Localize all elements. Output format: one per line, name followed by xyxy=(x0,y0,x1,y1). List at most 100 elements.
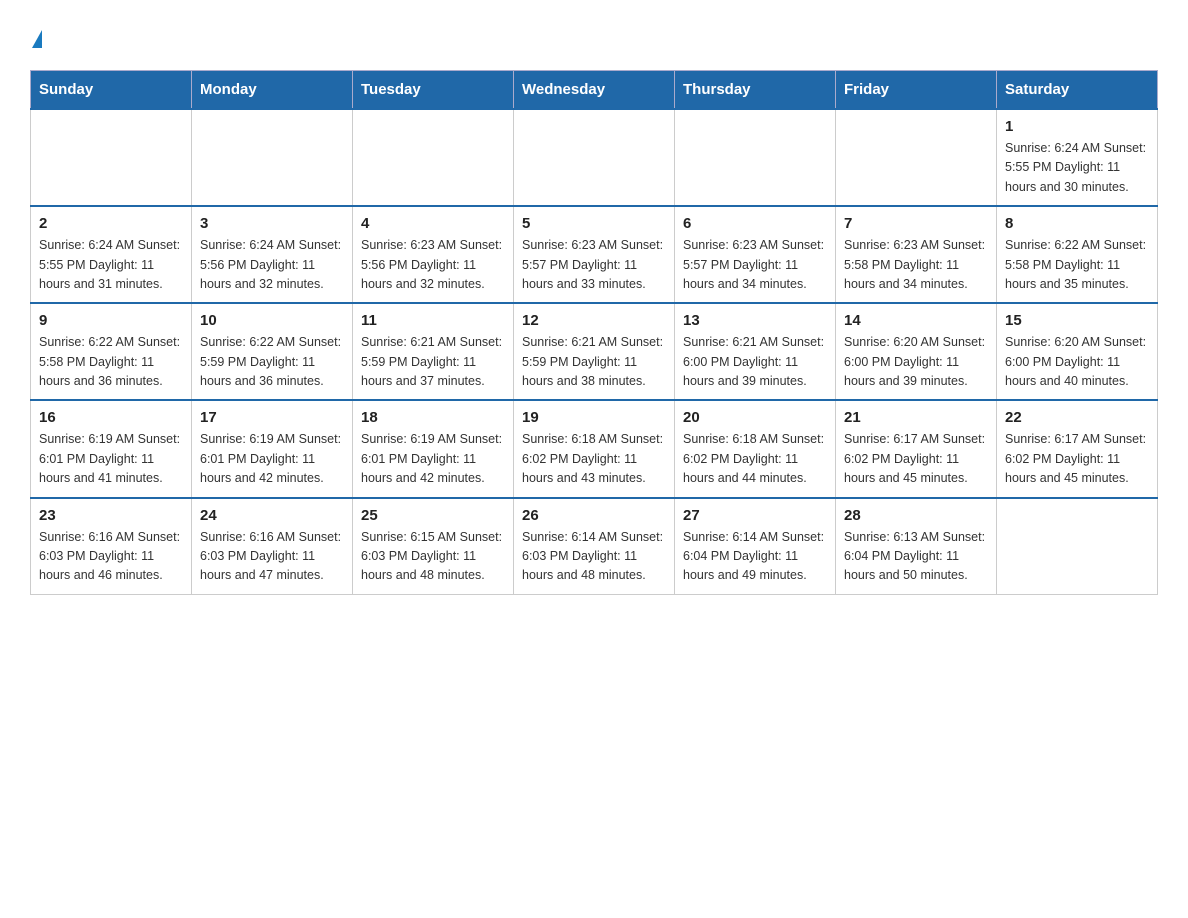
calendar-cell xyxy=(997,498,1158,595)
calendar-cell: 13Sunrise: 6:21 AM Sunset: 6:00 PM Dayli… xyxy=(675,303,836,400)
calendar-cell: 23 Sunrise: 6:16 AM Sunset: 6:03 PM Dayli… xyxy=(31,498,192,595)
day-info: Sunrise: 6:17 AM Sunset: 6:02 PM Dayligh… xyxy=(1005,430,1149,488)
day-info: Sunrise: 6:23 AM Sunset: 5:58 PM Dayligh… xyxy=(844,236,988,294)
day-number: 25 xyxy=(361,507,505,524)
calendar-cell: 6Sunrise: 6:23 AM Sunset: 5:57 PM Daylig… xyxy=(675,206,836,303)
day-number: 11 xyxy=(361,312,505,329)
day-info: Sunrise: 6:21 AM Sunset: 5:59 PM Dayligh… xyxy=(361,333,505,391)
calendar-cell: 7Sunrise: 6:23 AM Sunset: 5:58 PM Daylig… xyxy=(836,206,997,303)
calendar-cell xyxy=(836,109,997,206)
day-number: 28 xyxy=(844,507,988,524)
calendar-cell xyxy=(514,109,675,206)
day-number: 3 xyxy=(200,215,344,232)
day-number: 2 xyxy=(39,215,183,232)
day-number: 15 xyxy=(1005,312,1149,329)
day-info: Sunrise: 6:14 AM Sunset: 6:04 PM Dayligh… xyxy=(683,528,827,586)
day-number: 10 xyxy=(200,312,344,329)
column-header-saturday: Saturday xyxy=(997,71,1158,110)
column-header-wednesday: Wednesday xyxy=(514,71,675,110)
page-header xyxy=(30,20,1158,50)
calendar-cell: 5 Sunrise: 6:23 AM Sunset: 5:57 PM Daylig… xyxy=(514,206,675,303)
day-info: Sunrise: 6:24 AM Sunset: 5:55 PM Dayligh… xyxy=(1005,139,1149,197)
day-info: Sunrise: 6:15 AM Sunset: 6:03 PM Dayligh… xyxy=(361,528,505,586)
day-info: Sunrise: 6:22 AM Sunset: 5:59 PM Dayligh… xyxy=(200,333,344,391)
calendar-cell: 12 Sunrise: 6:21 AM Sunset: 5:59 PM Dayli… xyxy=(514,303,675,400)
calendar-cell: 2 Sunrise: 6:24 AM Sunset: 5:55 PM Daylig… xyxy=(31,206,192,303)
column-header-monday: Monday xyxy=(192,71,353,110)
calendar-cell xyxy=(192,109,353,206)
calendar-cell xyxy=(675,109,836,206)
calendar-cell: 24 Sunrise: 6:16 AM Sunset: 6:03 PM Dayli… xyxy=(192,498,353,595)
day-info: Sunrise: 6:20 AM Sunset: 6:00 PM Dayligh… xyxy=(844,333,988,391)
calendar-cell: 16 Sunrise: 6:19 AM Sunset: 6:01 PM Dayli… xyxy=(31,400,192,497)
day-info: Sunrise: 6:24 AM Sunset: 5:55 PM Dayligh… xyxy=(39,236,183,294)
calendar-cell: 27Sunrise: 6:14 AM Sunset: 6:04 PM Dayli… xyxy=(675,498,836,595)
week-row-5: 23 Sunrise: 6:16 AM Sunset: 6:03 PM Dayli… xyxy=(31,498,1158,595)
calendar-cell: 9 Sunrise: 6:22 AM Sunset: 5:58 PM Daylig… xyxy=(31,303,192,400)
calendar-cell: 8 Sunrise: 6:22 AM Sunset: 5:58 PM Daylig… xyxy=(997,206,1158,303)
calendar-cell: 19 Sunrise: 6:18 AM Sunset: 6:02 PM Dayli… xyxy=(514,400,675,497)
day-info: Sunrise: 6:14 AM Sunset: 6:03 PM Dayligh… xyxy=(522,528,666,586)
calendar-table: SundayMondayTuesdayWednesdayThursdayFrid… xyxy=(30,70,1158,595)
day-number: 24 xyxy=(200,507,344,524)
column-header-thursday: Thursday xyxy=(675,71,836,110)
day-info: Sunrise: 6:19 AM Sunset: 6:01 PM Dayligh… xyxy=(39,430,183,488)
calendar-cell: 22 Sunrise: 6:17 AM Sunset: 6:02 PM Dayli… xyxy=(997,400,1158,497)
day-number: 1 xyxy=(1005,118,1149,135)
calendar-cell: 4 Sunrise: 6:23 AM Sunset: 5:56 PM Daylig… xyxy=(353,206,514,303)
day-number: 17 xyxy=(200,409,344,426)
calendar-cell: 21 Sunrise: 6:17 AM Sunset: 6:02 PM Dayli… xyxy=(836,400,997,497)
week-row-3: 9 Sunrise: 6:22 AM Sunset: 5:58 PM Daylig… xyxy=(31,303,1158,400)
day-info: Sunrise: 6:18 AM Sunset: 6:02 PM Dayligh… xyxy=(522,430,666,488)
week-row-2: 2 Sunrise: 6:24 AM Sunset: 5:55 PM Daylig… xyxy=(31,206,1158,303)
day-number: 16 xyxy=(39,409,183,426)
day-number: 26 xyxy=(522,507,666,524)
day-info: Sunrise: 6:21 AM Sunset: 5:59 PM Dayligh… xyxy=(522,333,666,391)
day-number: 14 xyxy=(844,312,988,329)
column-header-sunday: Sunday xyxy=(31,71,192,110)
day-number: 20 xyxy=(683,409,827,426)
day-number: 6 xyxy=(683,215,827,232)
calendar-cell: 10 Sunrise: 6:22 AM Sunset: 5:59 PM Dayli… xyxy=(192,303,353,400)
calendar-header-row: SundayMondayTuesdayWednesdayThursdayFrid… xyxy=(31,71,1158,110)
calendar-cell: 1 Sunrise: 6:24 AM Sunset: 5:55 PM Daylig… xyxy=(997,109,1158,206)
day-number: 19 xyxy=(522,409,666,426)
day-info: Sunrise: 6:19 AM Sunset: 6:01 PM Dayligh… xyxy=(200,430,344,488)
day-info: Sunrise: 6:20 AM Sunset: 6:00 PM Dayligh… xyxy=(1005,333,1149,391)
day-number: 18 xyxy=(361,409,505,426)
calendar-cell: 25 Sunrise: 6:15 AM Sunset: 6:03 PM Dayli… xyxy=(353,498,514,595)
day-number: 22 xyxy=(1005,409,1149,426)
day-info: Sunrise: 6:17 AM Sunset: 6:02 PM Dayligh… xyxy=(844,430,988,488)
calendar-cell: 18 Sunrise: 6:19 AM Sunset: 6:01 PM Dayli… xyxy=(353,400,514,497)
day-info: Sunrise: 6:19 AM Sunset: 6:01 PM Dayligh… xyxy=(361,430,505,488)
week-row-1: 1 Sunrise: 6:24 AM Sunset: 5:55 PM Daylig… xyxy=(31,109,1158,206)
day-info: Sunrise: 6:13 AM Sunset: 6:04 PM Dayligh… xyxy=(844,528,988,586)
day-number: 12 xyxy=(522,312,666,329)
day-number: 4 xyxy=(361,215,505,232)
day-info: Sunrise: 6:22 AM Sunset: 5:58 PM Dayligh… xyxy=(39,333,183,391)
day-number: 9 xyxy=(39,312,183,329)
calendar-cell: 15 Sunrise: 6:20 AM Sunset: 6:00 PM Dayli… xyxy=(997,303,1158,400)
calendar-cell xyxy=(353,109,514,206)
column-header-friday: Friday xyxy=(836,71,997,110)
day-info: Sunrise: 6:23 AM Sunset: 5:56 PM Dayligh… xyxy=(361,236,505,294)
calendar-cell: 11 Sunrise: 6:21 AM Sunset: 5:59 PM Dayli… xyxy=(353,303,514,400)
day-info: Sunrise: 6:16 AM Sunset: 6:03 PM Dayligh… xyxy=(200,528,344,586)
day-number: 5 xyxy=(522,215,666,232)
calendar-cell: 3 Sunrise: 6:24 AM Sunset: 5:56 PM Daylig… xyxy=(192,206,353,303)
day-number: 8 xyxy=(1005,215,1149,232)
day-info: Sunrise: 6:23 AM Sunset: 5:57 PM Dayligh… xyxy=(522,236,666,294)
week-row-4: 16 Sunrise: 6:19 AM Sunset: 6:01 PM Dayli… xyxy=(31,400,1158,497)
day-info: Sunrise: 6:22 AM Sunset: 5:58 PM Dayligh… xyxy=(1005,236,1149,294)
day-number: 21 xyxy=(844,409,988,426)
logo-triangle-icon xyxy=(32,30,42,48)
calendar-cell: 20 Sunrise: 6:18 AM Sunset: 6:02 PM Dayli… xyxy=(675,400,836,497)
column-header-tuesday: Tuesday xyxy=(353,71,514,110)
day-info: Sunrise: 6:18 AM Sunset: 6:02 PM Dayligh… xyxy=(683,430,827,488)
day-info: Sunrise: 6:21 AM Sunset: 6:00 PM Dayligh… xyxy=(683,333,827,391)
day-info: Sunrise: 6:24 AM Sunset: 5:56 PM Dayligh… xyxy=(200,236,344,294)
day-info: Sunrise: 6:16 AM Sunset: 6:03 PM Dayligh… xyxy=(39,528,183,586)
calendar-cell: 14 Sunrise: 6:20 AM Sunset: 6:00 PM Dayli… xyxy=(836,303,997,400)
day-number: 23 xyxy=(39,507,183,524)
calendar-cell: 26 Sunrise: 6:14 AM Sunset: 6:03 PM Dayli… xyxy=(514,498,675,595)
